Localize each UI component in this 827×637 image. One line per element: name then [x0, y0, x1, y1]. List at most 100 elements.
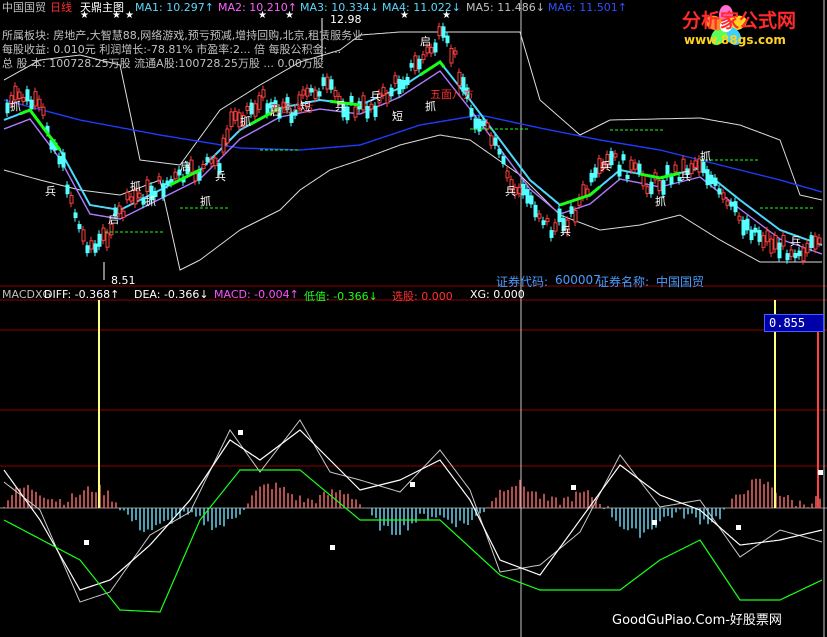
candle-body — [173, 171, 178, 180]
candle-body — [545, 218, 550, 223]
ma-highlight-green — [19, 108, 62, 151]
macd-value: MACD: -0.004↑ — [214, 288, 299, 301]
signal-label: 抓 — [700, 149, 711, 163]
candle-body — [445, 35, 450, 44]
candle-body — [693, 160, 698, 168]
candle-body — [393, 75, 398, 84]
candle-body — [749, 229, 754, 241]
ma6-value: MA6: 11.501↑ — [548, 1, 627, 14]
candle-body — [433, 42, 438, 53]
signal-label: 兵 — [335, 100, 346, 113]
candle-body — [229, 111, 234, 128]
candle-body — [33, 91, 38, 107]
candle-body — [753, 227, 758, 233]
candle-body — [369, 103, 374, 110]
candle-body — [245, 105, 250, 111]
candle-body — [165, 180, 170, 186]
candle-body — [525, 189, 530, 204]
candle-body — [101, 227, 106, 241]
ma4-value: MA4: 11.022↓ — [382, 1, 461, 14]
ma2-value: MA2: 10.210↑ — [218, 1, 297, 14]
candle-body — [773, 234, 778, 250]
candle-body — [553, 222, 558, 232]
candle-body — [613, 153, 618, 158]
candle-body — [161, 183, 166, 198]
candle-body — [333, 90, 338, 97]
candle-body — [5, 102, 10, 114]
candle-body — [629, 159, 634, 171]
candle-body — [209, 159, 214, 164]
candle-body — [717, 188, 722, 195]
signal-marker — [736, 525, 741, 530]
info-eps: 每股收益: 0.010元 利润增长:-78.81% 市盈率:2... 倍 每股公… — [2, 43, 342, 56]
candle-body — [741, 219, 746, 236]
signal-text-red: 五面八方 — [430, 87, 474, 101]
candle-body — [729, 201, 734, 207]
candle-body — [125, 191, 130, 201]
chart-canvas[interactable]: 抓兵 抓抓启启抓兵抓启短兵兵短抓启兵兵兵抓兵抓兵五面八方五面八方★ ★ ★ ★ ★ ★ ★ — [0, 0, 827, 637]
stock-name-label: 证券名称: — [597, 275, 650, 289]
candle-body — [645, 186, 650, 194]
candle-body — [13, 85, 18, 101]
signal-label: 启 — [420, 35, 431, 48]
pick-value: 选股: 0.000 — [392, 290, 453, 303]
signal-label: 抓 — [655, 194, 666, 208]
candle-body — [541, 220, 546, 226]
candle-body — [789, 249, 794, 257]
candle-body — [501, 156, 506, 164]
candle-body — [17, 91, 22, 99]
candle-body — [105, 232, 110, 248]
info-shares: 总 股 本: 100728.25万股 流通A股:100728.25万股 ... … — [2, 57, 324, 70]
formula-name[interactable]: 天鼎主图 — [80, 1, 124, 15]
candle-body — [321, 77, 326, 86]
signal-label: 兵 — [790, 235, 801, 248]
candle-body — [329, 79, 334, 90]
candle-body — [57, 156, 62, 165]
candle-body — [449, 47, 454, 64]
signal-marker — [330, 545, 335, 550]
xg-value: XG: 0.000 — [470, 288, 525, 301]
ma1-value: MA1: 10.297↑ — [135, 1, 214, 14]
candle-body — [797, 250, 802, 257]
candle-body — [785, 253, 790, 261]
candle-body — [657, 180, 662, 192]
candle-body — [301, 89, 306, 96]
candle-body — [381, 86, 386, 96]
candle-body — [65, 184, 70, 195]
candle-body — [233, 110, 238, 121]
candle-body — [737, 215, 742, 221]
candle-body — [497, 148, 502, 155]
candle-body — [705, 169, 710, 186]
candle-body — [757, 230, 762, 242]
candle-body — [441, 26, 446, 38]
site-logo-url: www.88gs.com — [684, 33, 786, 47]
signal-label: 抓 — [10, 99, 21, 113]
candle-body — [805, 242, 810, 254]
candle-body — [529, 195, 534, 205]
signal-label: 短 — [392, 109, 403, 123]
signal-marker — [84, 540, 89, 545]
high-price-label: 12.98 — [330, 13, 362, 26]
candle-body — [365, 105, 370, 119]
candle-body — [453, 50, 458, 55]
candle-body — [421, 54, 426, 61]
candle-body — [709, 174, 714, 185]
candle-body — [733, 201, 738, 213]
candle-body — [817, 237, 822, 244]
candle-body — [21, 97, 26, 102]
candle-body — [669, 176, 674, 185]
period-label[interactable]: 日线 — [50, 1, 72, 15]
signal-marker — [818, 470, 823, 475]
signal-label: 启 — [180, 160, 191, 173]
candle-body — [589, 172, 594, 183]
low-value: 低值: -0.366↓ — [304, 290, 378, 303]
candle-body — [145, 179, 150, 193]
candle-body — [221, 137, 226, 153]
candle-body — [593, 167, 598, 178]
candle-body — [809, 235, 814, 249]
ma-highlight-green — [639, 171, 681, 180]
candle-body — [417, 58, 422, 70]
candle-body — [481, 120, 486, 127]
candle-body — [485, 122, 490, 130]
signal-label: 抓 — [130, 179, 141, 193]
